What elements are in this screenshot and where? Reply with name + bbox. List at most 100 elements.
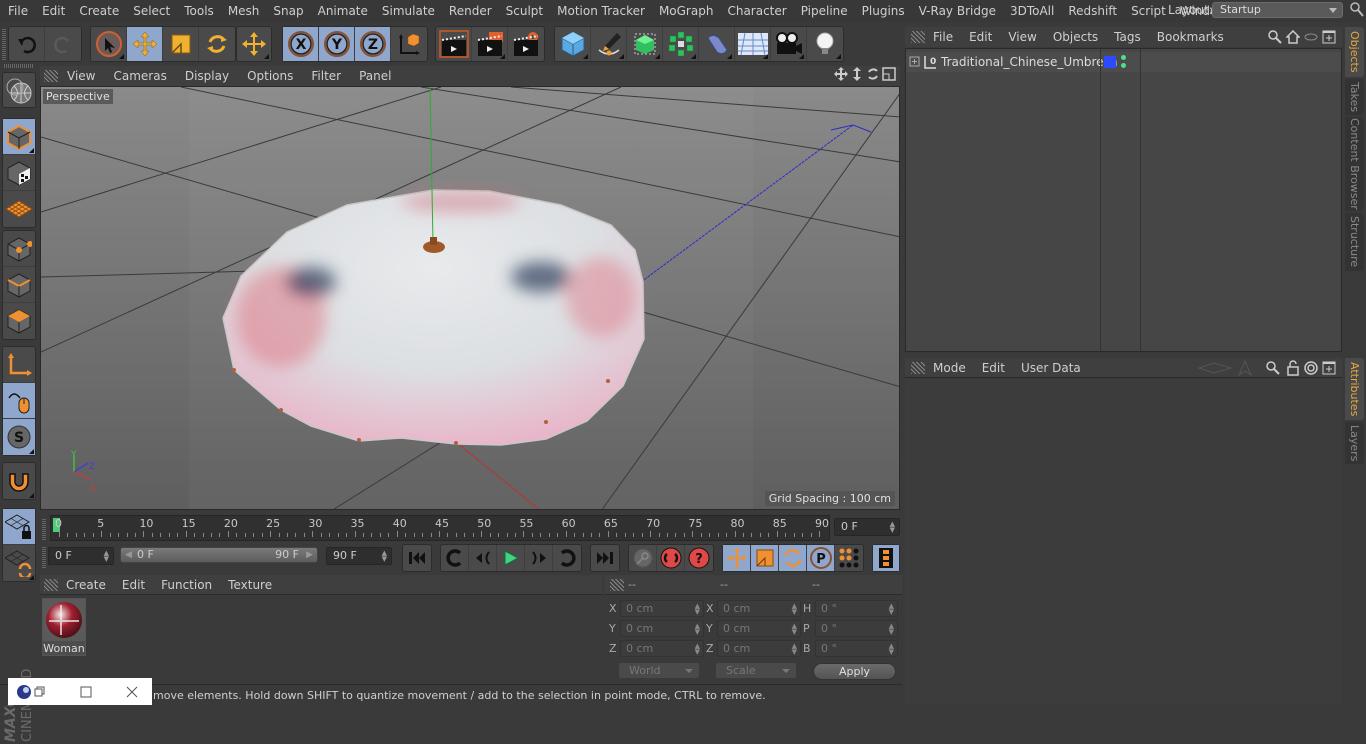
timeline-window-button[interactable]	[873, 545, 899, 571]
attr-menu-edit[interactable]: Edit	[974, 361, 1013, 375]
filter-icon[interactable]	[1304, 30, 1318, 44]
tab-layers[interactable]: Layers	[1345, 422, 1364, 464]
camera-label[interactable]: Perspective	[43, 89, 113, 104]
frame-range-slider[interactable]: ◀ 0 F 90 F ▶	[120, 547, 318, 563]
size-mode-select[interactable]: Scale	[715, 662, 797, 679]
render-view-button[interactable]	[436, 27, 472, 61]
position-z-field[interactable]: 0 cm ▲ ▼	[620, 640, 704, 657]
coordinate-mode-select[interactable]: World	[618, 662, 700, 679]
start-frame-field[interactable]: 0 F ▲ ▼	[48, 547, 114, 565]
search-icon[interactable]	[1266, 360, 1280, 375]
object-name[interactable]: Traditional_Chinese_Umbrella	[941, 55, 1118, 69]
attributes-menu-grip[interactable]	[911, 361, 925, 374]
key-scale-button[interactable]	[751, 545, 779, 571]
menu-character[interactable]: Character	[720, 4, 793, 18]
search-icon[interactable]	[1350, 2, 1364, 18]
prev-key-button[interactable]	[441, 545, 469, 571]
close-icon[interactable]	[126, 686, 138, 698]
goto-start-button[interactable]	[403, 545, 431, 571]
polygons-mode-button[interactable]	[3, 303, 35, 339]
timeline-ruler[interactable]: 0 5 10 15 20 25 30 35 40 45 50 55 60 65 70 75 80 85 90	[50, 515, 830, 541]
cinema4d-app-icon[interactable]	[16, 684, 32, 700]
vp-menu-panel[interactable]: Panel	[350, 69, 400, 83]
material-item[interactable]: Woman	[42, 598, 86, 656]
recent-tool-button[interactable]	[237, 27, 271, 61]
menu-sculpt[interactable]: Sculpt	[499, 4, 550, 18]
size-z-field[interactable]: 0 cm ▲ ▼	[717, 640, 801, 657]
next-key-button[interactable]	[553, 545, 581, 571]
zoom-view-icon[interactable]	[850, 67, 864, 81]
subdivision-surface-button[interactable]	[627, 27, 663, 61]
render-settings-button[interactable]	[508, 27, 544, 61]
menu-vray-bridge[interactable]: V-Ray Bridge	[912, 4, 1003, 18]
range-left-arrow[interactable]: ◀	[125, 548, 132, 562]
lock-workplane-button[interactable]	[3, 509, 35, 545]
magnet-button[interactable]	[3, 463, 35, 499]
scale-tool-button[interactable]	[163, 27, 199, 61]
tab-structure[interactable]: Structure	[1345, 213, 1364, 271]
vp-menu-display[interactable]: Display	[176, 69, 238, 83]
menu-snap[interactable]: Snap	[266, 4, 310, 18]
editor-visibility-dot[interactable]	[1121, 55, 1126, 60]
timeline-grip[interactable]	[42, 518, 46, 540]
undo-button[interactable]	[9, 27, 45, 61]
redo-button[interactable]	[45, 27, 81, 61]
cloner-button[interactable]	[663, 27, 699, 61]
key-rotation-button[interactable]	[779, 545, 807, 571]
viewport-menu-grip[interactable]	[44, 70, 58, 82]
model-mode-button[interactable]	[3, 119, 35, 155]
back-forward-icon[interactable]	[1198, 361, 1232, 375]
cube-button[interactable]	[555, 27, 591, 61]
z-axis-lock-button[interactable]: Z	[355, 27, 391, 61]
mat-menu-create[interactable]: Create	[58, 578, 114, 592]
light-button[interactable]	[807, 27, 843, 61]
obj-menu-tags[interactable]: Tags	[1106, 30, 1149, 44]
obj-menu-objects[interactable]: Objects	[1045, 30, 1106, 44]
viewport-solo-button[interactable]	[3, 73, 35, 109]
size-x-field[interactable]: 0 cm ▲ ▼	[717, 600, 801, 617]
size-y-field[interactable]: 0 cm ▲ ▼	[717, 620, 801, 637]
key-position-button[interactable]	[723, 545, 751, 571]
pan-view-icon[interactable]	[834, 67, 848, 81]
x-axis-lock-button[interactable]: X	[283, 27, 319, 61]
menu-edit[interactable]: Edit	[35, 4, 72, 18]
tweak-mode-button[interactable]	[3, 383, 35, 419]
tab-takes[interactable]: Takes	[1345, 79, 1364, 115]
snapping-button[interactable]: S	[3, 419, 35, 455]
tab-objects[interactable]: Objects	[1345, 27, 1364, 77]
coordinates-grip[interactable]	[610, 579, 624, 591]
move-tool-button[interactable]	[127, 27, 163, 61]
goto-end-button[interactable]	[591, 545, 619, 571]
attr-menu-mode[interactable]: Mode	[925, 361, 974, 375]
axis-mode-button[interactable]	[3, 347, 35, 383]
key-pla-button[interactable]	[835, 545, 863, 571]
apply-button[interactable]: Apply	[813, 663, 896, 680]
layer-color-swatch[interactable]	[1104, 56, 1116, 68]
position-y-field[interactable]: 0 cm ▲ ▼	[620, 620, 704, 637]
attr-menu-user-data[interactable]: User Data	[1013, 361, 1089, 375]
camera-button[interactable]	[771, 27, 807, 61]
next-frame-button[interactable]	[525, 545, 553, 571]
texture-mode-button[interactable]	[3, 155, 35, 191]
home-icon[interactable]	[1286, 30, 1300, 44]
layout-select[interactable]: Startup	[1212, 2, 1343, 18]
vp-menu-cameras[interactable]: Cameras	[104, 69, 175, 83]
y-axis-lock-button[interactable]: Y	[319, 27, 355, 61]
obj-menu-bookmarks[interactable]: Bookmarks	[1149, 30, 1232, 44]
end-frame-field[interactable]: 90 F ▲ ▼	[326, 547, 392, 565]
menu-mesh[interactable]: Mesh	[221, 4, 267, 18]
live-selection-button[interactable]	[91, 27, 127, 61]
pen-button[interactable]	[591, 27, 627, 61]
current-frame-field[interactable]: 0 F ▲ ▼	[834, 518, 900, 536]
menu-animate[interactable]: Animate	[311, 4, 375, 18]
menu-redshift[interactable]: Redshift	[1061, 4, 1124, 18]
mat-menu-function[interactable]: Function	[153, 578, 220, 592]
position-x-field[interactable]: 0 cm ▲ ▼	[620, 600, 704, 617]
planar-workplane-button[interactable]	[3, 545, 35, 581]
play-button[interactable]	[497, 545, 525, 571]
menu-mograph[interactable]: MoGraph	[652, 4, 721, 18]
lock-icon[interactable]	[1286, 359, 1300, 376]
maximize-icon[interactable]	[80, 686, 92, 698]
menu-motion-tracker[interactable]: Motion Tracker	[550, 4, 652, 18]
autokey-button[interactable]	[657, 545, 685, 571]
